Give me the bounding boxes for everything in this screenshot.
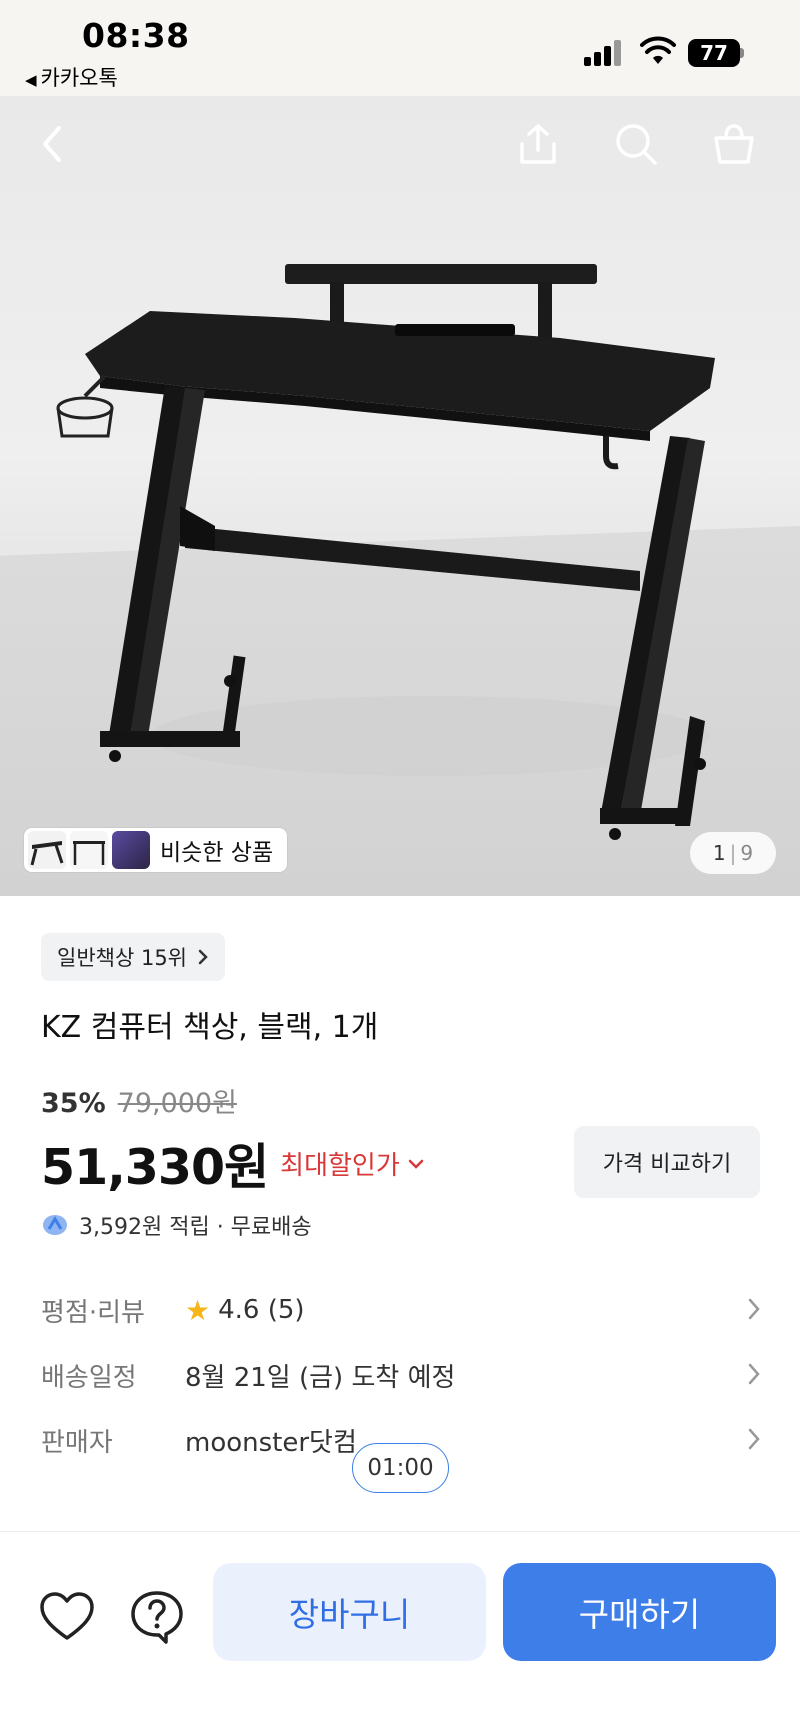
chevron-right-icon bbox=[748, 1428, 760, 1450]
chevron-right-icon bbox=[198, 949, 208, 965]
similar-thumb bbox=[70, 831, 108, 869]
original-price: 79,000원 bbox=[117, 1088, 237, 1119]
share-button[interactable] bbox=[512, 118, 564, 170]
back-app-label: 카카오톡 bbox=[40, 66, 118, 90]
delivery-key: 배송일정 bbox=[41, 1362, 137, 1393]
back-triangle-icon: ◀ bbox=[25, 71, 37, 89]
page-total: 9 bbox=[740, 841, 754, 865]
bottom-action-bar: 장바구니 구매하기 bbox=[0, 1531, 800, 1731]
chevron-right-icon bbox=[748, 1298, 760, 1320]
page-current: 1 bbox=[712, 841, 726, 865]
product-image-desk bbox=[56, 264, 715, 840]
delivery-value: 8월 21일 (금) 도착 예정 bbox=[185, 1362, 456, 1393]
back-to-app-link[interactable]: ◀ 카카오톡 bbox=[25, 62, 118, 92]
search-button[interactable] bbox=[610, 118, 662, 170]
rank-label: 일반책상 15위 bbox=[57, 946, 187, 970]
rating-value: 4.6 (5) bbox=[218, 1295, 305, 1325]
product-image-carousel[interactable]: 비슷한 상품 1 | 9 bbox=[0, 96, 800, 896]
wifi-icon bbox=[640, 36, 676, 64]
image-page-counter: 1 | 9 bbox=[690, 832, 776, 874]
rating-key: 평점·리뷰 bbox=[41, 1297, 145, 1328]
similar-products-button[interactable]: 비슷한 상품 bbox=[24, 828, 288, 872]
wishlist-heart-icon[interactable] bbox=[38, 1588, 96, 1646]
price-row: 51,330원 최대할인가 bbox=[41, 1128, 424, 1199]
max-discount-label: 최대할인가 bbox=[280, 1151, 400, 1181]
category-rank-badge[interactable]: 일반책상 15위 bbox=[41, 933, 225, 981]
max-discount-toggle[interactable]: 최대할인가 bbox=[280, 1145, 424, 1182]
cellular-signal-icon bbox=[584, 38, 624, 66]
similar-products-label: 비슷한 상품 bbox=[160, 840, 274, 866]
battery-level: 77 bbox=[688, 39, 740, 67]
rating-review-row[interactable]: 평점·리뷰 ★ 4.6 (5) bbox=[41, 1285, 761, 1335]
battery-icon: 77 bbox=[688, 39, 744, 67]
share-icon bbox=[520, 124, 556, 164]
shopping-bag-icon bbox=[714, 124, 754, 164]
chevron-down-icon bbox=[408, 1159, 424, 1169]
discount-row: 35% 79,000원 bbox=[41, 1081, 237, 1120]
points-shipping-text: 3,592원 적립 · 무료배송 bbox=[79, 1215, 312, 1240]
chevron-left-icon bbox=[43, 126, 61, 162]
back-button[interactable] bbox=[26, 118, 78, 170]
points-shipping-row: 3,592원 적립 · 무료배송 bbox=[41, 1209, 312, 1241]
compare-price-button[interactable]: 가격 비교하기 bbox=[574, 1126, 760, 1198]
sale-price: 51,330원 bbox=[41, 1139, 269, 1196]
question-icon[interactable] bbox=[128, 1588, 186, 1646]
star-icon: ★ bbox=[185, 1293, 211, 1327]
chevron-right-icon bbox=[748, 1363, 760, 1385]
buy-now-button[interactable]: 구매하기 bbox=[503, 1563, 776, 1661]
status-time: 08:38 bbox=[82, 16, 190, 55]
discount-rate: 35% bbox=[41, 1088, 106, 1119]
timer-badge: 01:00 bbox=[352, 1443, 449, 1493]
reward-points-icon bbox=[43, 1215, 67, 1235]
delivery-schedule-row[interactable]: 배송일정 8월 21일 (금) 도착 예정 bbox=[41, 1350, 761, 1400]
search-icon bbox=[616, 124, 657, 165]
seller-value: moonster닷컴 bbox=[185, 1427, 357, 1458]
product-title: KZ 컴퓨터 책상, 블랙, 1개 bbox=[41, 1010, 379, 1045]
cart-button[interactable] bbox=[708, 118, 760, 170]
add-to-cart-button[interactable]: 장바구니 bbox=[213, 1563, 486, 1661]
similar-thumb bbox=[112, 831, 150, 869]
status-bar: 08:38 ◀ 카카오톡 77 bbox=[0, 0, 800, 96]
seller-key: 판매자 bbox=[41, 1427, 113, 1458]
similar-thumb bbox=[28, 831, 66, 869]
